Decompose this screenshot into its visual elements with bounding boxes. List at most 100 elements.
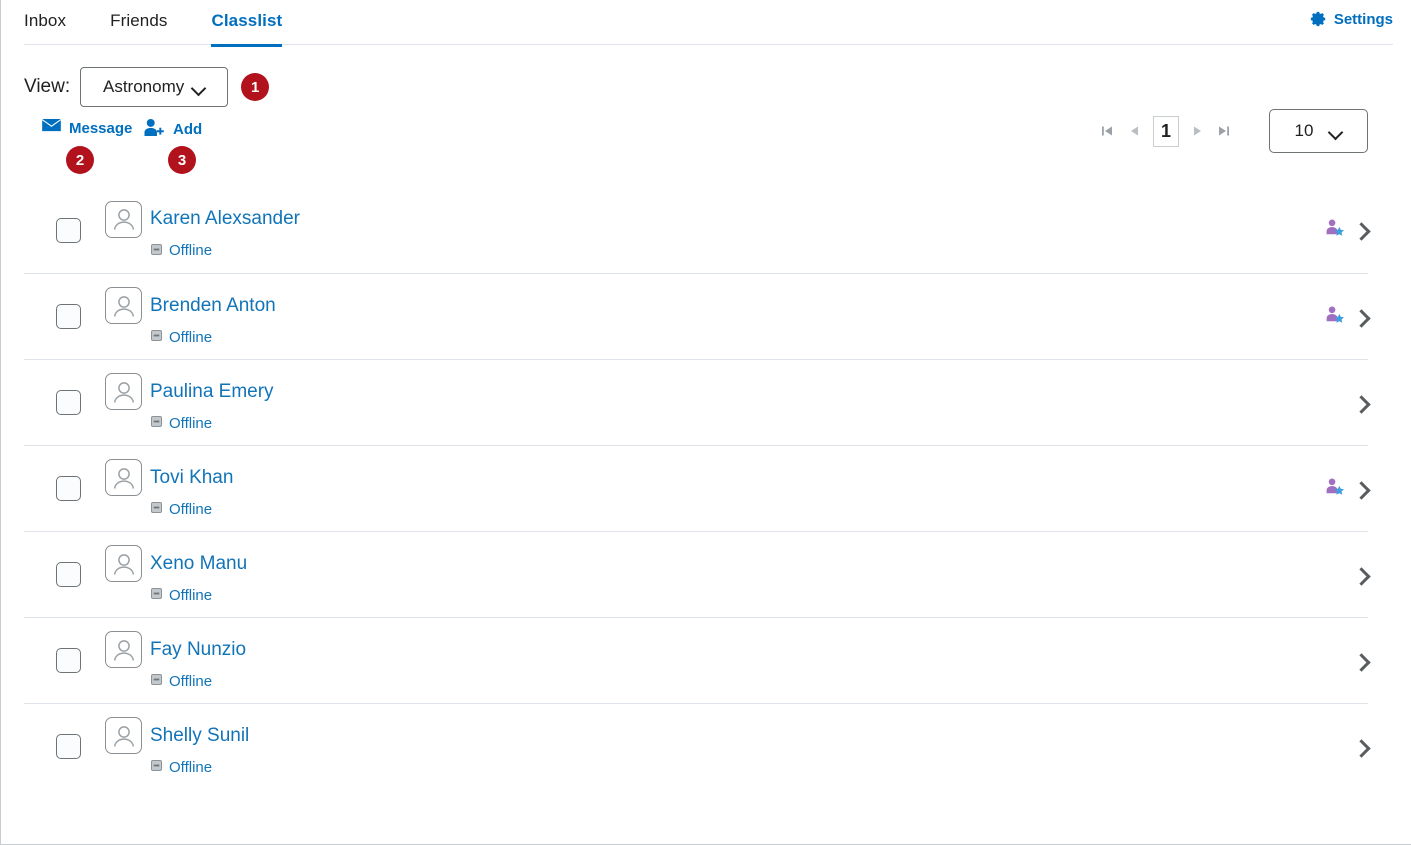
row-actions xyxy=(1325,219,1368,241)
settings-label: Settings xyxy=(1333,11,1393,28)
person-status: Offline xyxy=(151,414,274,432)
person-cell: Fay Nunzio Offline xyxy=(105,631,246,690)
row-expand-chevron-icon[interactable] xyxy=(1354,308,1368,326)
person-header: Fay Nunzio xyxy=(105,631,246,668)
person-status-label: Offline xyxy=(169,414,213,432)
person-header: Xeno Manu xyxy=(105,545,247,582)
avatar xyxy=(105,545,142,582)
gear-icon xyxy=(1308,10,1327,29)
annotation-badge-1: 1 xyxy=(241,73,270,101)
offline-status-icon xyxy=(151,242,162,260)
avatar xyxy=(105,459,142,496)
person-header: Karen Alexsander xyxy=(105,200,300,238)
person-status: Offline xyxy=(151,758,249,776)
tab-friends-label: Friends xyxy=(110,11,168,30)
pager-next-button[interactable] xyxy=(1185,116,1211,146)
person-status-label: Offline xyxy=(169,758,213,776)
view-label: View: xyxy=(24,76,71,97)
message-button[interactable]: Message xyxy=(42,119,132,137)
view-select[interactable]: Astronomy xyxy=(80,67,229,107)
action-row: Message 2 Add 3 1 10 xyxy=(24,109,1411,181)
row-expand-chevron-icon[interactable] xyxy=(1354,652,1368,670)
row-expand-chevron-icon[interactable] xyxy=(1354,738,1368,756)
row-select-checkbox[interactable] xyxy=(56,217,81,243)
row-actions xyxy=(1354,652,1368,670)
person-status: Offline xyxy=(151,500,233,518)
table-row[interactable]: Karen Alexsander Offline xyxy=(24,187,1368,273)
pager-last-button[interactable] xyxy=(1211,116,1237,146)
person-name-link[interactable]: Tovi Khan xyxy=(150,467,233,489)
classlist-page: Inbox Friends Classlist Settings View: A… xyxy=(0,0,1411,845)
person-name-link[interactable]: Xeno Manu xyxy=(150,553,247,575)
add-button[interactable]: Add xyxy=(144,119,202,140)
pager-prev-button[interactable] xyxy=(1121,116,1147,146)
envelope-icon xyxy=(42,119,61,137)
tab-classlist[interactable]: Classlist xyxy=(211,0,282,47)
pagination: 1 10 xyxy=(1095,109,1368,153)
row-select-checkbox[interactable] xyxy=(56,304,81,329)
table-row[interactable]: Fay Nunzio Offline xyxy=(24,617,1368,703)
person-status: Offline xyxy=(151,328,276,346)
person-cell: Karen Alexsander Offline xyxy=(105,200,300,260)
settings-button[interactable]: Settings xyxy=(1308,10,1393,29)
person-status: Offline xyxy=(151,586,247,604)
add-label: Add xyxy=(173,121,203,138)
role-user-star-icon xyxy=(1325,477,1345,500)
row-select-checkbox[interactable] xyxy=(56,562,81,587)
table-row[interactable]: Paulina Emery Offline xyxy=(24,359,1368,445)
row-actions xyxy=(1325,305,1368,328)
tab-friends[interactable]: Friends xyxy=(110,0,167,45)
table-row[interactable]: Xeno Manu Offline xyxy=(24,531,1368,617)
row-expand-chevron-icon[interactable] xyxy=(1354,394,1368,412)
person-name-link[interactable]: Paulina Emery xyxy=(150,381,274,403)
person-name-link[interactable]: Karen Alexsander xyxy=(150,208,300,230)
person-header: Brenden Anton xyxy=(105,287,276,324)
person-status-label: Offline xyxy=(169,500,213,518)
row-expand-chevron-icon[interactable] xyxy=(1354,480,1368,498)
chevron-down-icon xyxy=(1329,127,1342,135)
person-header: Paulina Emery xyxy=(105,373,274,410)
message-label: Message xyxy=(69,119,133,137)
row-actions xyxy=(1354,566,1368,584)
offline-status-icon xyxy=(151,586,162,604)
role-user-star-icon xyxy=(1325,219,1345,241)
person-name-link[interactable]: Fay Nunzio xyxy=(150,639,246,661)
person-name-link[interactable]: Brenden Anton xyxy=(150,295,276,317)
person-status-label: Offline xyxy=(169,242,213,259)
person-cell: Shelly Sunil Offline xyxy=(105,717,249,776)
row-select-checkbox[interactable] xyxy=(56,390,81,415)
person-cell: Xeno Manu Offline xyxy=(105,545,247,604)
person-header: Tovi Khan xyxy=(105,459,233,496)
pager-current-page[interactable]: 1 xyxy=(1153,115,1179,147)
role-user-star-icon xyxy=(1325,305,1345,328)
annotation-badge-2: 2 xyxy=(66,146,94,174)
avatar xyxy=(105,287,142,324)
table-row[interactable]: Brenden Anton Offline xyxy=(24,273,1368,359)
per-page-select[interactable]: 10 xyxy=(1269,109,1368,153)
offline-status-icon xyxy=(151,758,162,776)
offline-status-icon xyxy=(151,672,162,690)
person-status: Offline xyxy=(151,242,300,260)
row-actions xyxy=(1354,394,1368,412)
view-select-value: Astronomy xyxy=(103,77,185,96)
avatar xyxy=(105,631,142,668)
person-cell: Brenden Anton Offline xyxy=(105,287,276,346)
person-status-label: Offline xyxy=(169,586,213,604)
person-status-label: Offline xyxy=(169,328,213,346)
row-select-checkbox[interactable] xyxy=(56,648,81,673)
row-expand-chevron-icon[interactable] xyxy=(1354,566,1368,584)
view-filter-row: View: Astronomy 1 xyxy=(24,67,1411,107)
row-select-checkbox[interactable] xyxy=(56,476,81,501)
pager-first-button[interactable] xyxy=(1095,116,1121,146)
table-row[interactable]: Shelly Sunil Offline xyxy=(24,703,1368,789)
per-page-value: 10 xyxy=(1294,121,1314,140)
person-cell: Paulina Emery Offline xyxy=(105,373,274,432)
annotation-badge-3: 3 xyxy=(168,146,196,174)
person-status: Offline xyxy=(151,672,246,690)
tab-inbox[interactable]: Inbox xyxy=(24,0,66,45)
row-actions xyxy=(1325,477,1368,500)
person-name-link[interactable]: Shelly Sunil xyxy=(150,725,249,747)
row-expand-chevron-icon[interactable] xyxy=(1354,221,1368,239)
row-select-checkbox[interactable] xyxy=(56,734,81,759)
table-row[interactable]: Tovi Khan Offline xyxy=(24,445,1368,531)
